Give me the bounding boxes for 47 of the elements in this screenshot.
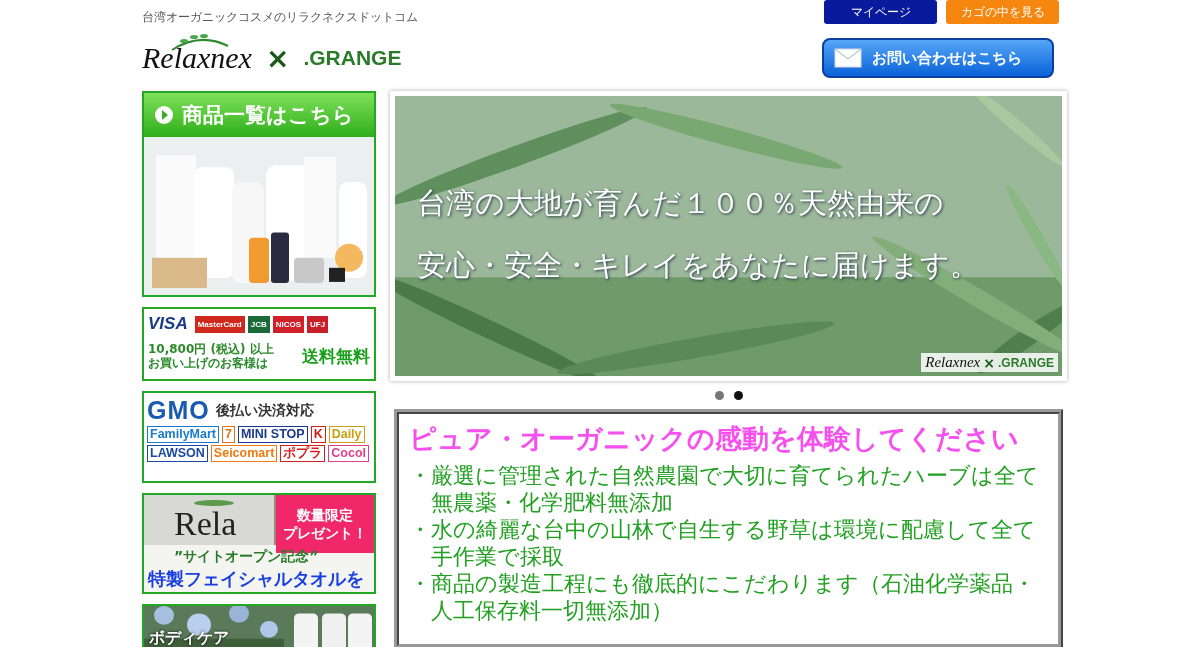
ribbon-text: プレゼント！ <box>283 524 367 543</box>
grange-logo[interactable]: .GRANGE <box>303 46 402 70</box>
feature-item: ・厳選に管理された自然農園で大切に育てられたハーブは全て無農薬・化学肥料無添加 <box>409 462 1040 516</box>
banner-headline: ボディケア <box>149 628 229 647</box>
present-banner[interactable]: Rela 数量限定 プレゼント！ ”サイトオープン記念” 特製フェイシャルタオルを <box>142 493 376 594</box>
hero-logo: Relaxnex × .GRANGE <box>921 353 1058 372</box>
features-title: ピュア・オーガニックの感動を体験してください <box>409 422 1020 456</box>
card-logo: UFJ <box>307 315 329 333</box>
store-logo: Daily <box>328 426 365 443</box>
store-logo: K <box>310 426 326 443</box>
card-logo: VISA <box>148 314 189 334</box>
banner-headline: 特製フェイシャルタオルを <box>148 567 364 591</box>
store-logo: LAWSON <box>147 445 208 462</box>
slide-dot[interactable] <box>733 390 743 400</box>
relaxnex-logo[interactable]: Relaxnex <box>142 41 252 75</box>
store-logo: Cocol <box>328 445 370 462</box>
banner-subtitle: ”サイトオープン記念” <box>174 548 319 566</box>
free-shipping-text: 送料無料 <box>302 344 370 368</box>
site-tagline: 台湾オーガニックコスメのリラクネクスドットコム <box>142 9 418 26</box>
card-logo: NICOS <box>272 315 305 333</box>
threshold-text: 10,800円 (税込) 以上 <box>148 342 274 356</box>
slide-dot[interactable] <box>714 390 724 400</box>
ribbon-text: 数量限定 <box>297 505 353 524</box>
store-logo: Seicomart <box>210 445 278 462</box>
feature-item: ・商品の製造工程にも徹底的にこだわります（石油化学薬品・人工保存料一切無添加） <box>409 570 1036 624</box>
store-logo: MINI STOP <box>237 426 308 443</box>
cross-mark: × <box>265 41 290 75</box>
bodycare-banner[interactable]: ボディケア <box>142 604 376 647</box>
contact-button[interactable]: お問い合わせはこちら <box>822 38 1054 78</box>
hero-caption: 台湾の大地が育んだ１００％天然由来の <box>417 185 945 222</box>
envelope-icon <box>834 48 862 68</box>
feature-item: ・水の綺麗な台中の山林で自生する野草は環境に配慮して全て手作業で採取 <box>409 516 1037 570</box>
hero-caption: 安心・安全・キレイをあなたに届けます。 <box>417 247 979 284</box>
towel-text: Rela <box>174 505 237 543</box>
store-logo: FamilyMart <box>147 426 219 443</box>
gmo-logo: GMO <box>147 396 210 425</box>
store-logo: ポプラ <box>280 445 326 462</box>
play-icon <box>154 105 174 125</box>
store-logo: 7 <box>222 426 235 443</box>
shipping-banner[interactable]: VISA MasterCard JCB NICOS UFJ 10,800円 (税込) 以上 お買い上げのお客様は 送料無料 <box>142 307 376 381</box>
card-logo: JCB <box>247 315 270 333</box>
customer-note: お買い上げのお客様は <box>148 356 269 371</box>
banner-title: 商品一覧はこちら <box>182 102 354 129</box>
card-logo: MasterCard <box>194 315 245 333</box>
deferred-payment-banner[interactable]: GMO 後払い決済対応 FamilyMart 7 MINI STOP K Daily LAWSON Seicomart ポプラ Cocol <box>142 391 376 483</box>
banner-headline: 後払い決済対応 <box>215 401 314 420</box>
nav-button[interactable]: マイページ <box>824 0 937 24</box>
